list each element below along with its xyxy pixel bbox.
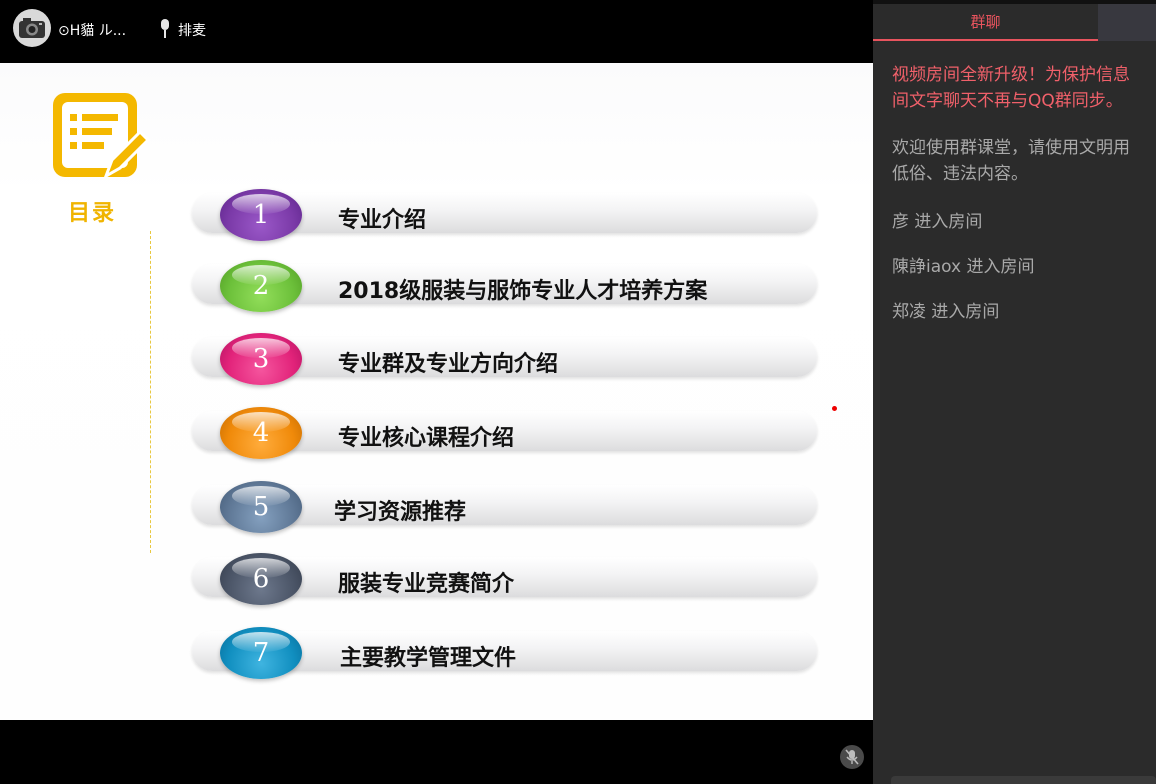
chat-message-join: 彦 进入房间 [892, 209, 1156, 235]
chat-message-line: 低俗、违法内容。 [892, 164, 1028, 184]
chat-input-edge[interactable] [891, 776, 1156, 784]
app-window: ⊙H貓 ル... 排麦 目录 1 专业介绍 2 2018级服装与服饰专业人才培养… [0, 0, 1156, 784]
avatar[interactable] [13, 9, 51, 47]
toc-item-number-badge: 1 [220, 189, 302, 241]
toc-item-1: 1 专业介绍 [192, 189, 817, 241]
username: ⊙H貓 ル... [58, 23, 127, 39]
laser-pointer [832, 406, 837, 411]
chat-message-welcome: 欢迎使用群课堂，请使用文明用 低俗、违法内容。 [892, 135, 1156, 187]
toc-item-number-badge: 3 [220, 333, 302, 385]
video-top-bar: ⊙H貓 ル... 排麦 [0, 0, 873, 63]
queue-button[interactable]: 排麦 [178, 20, 206, 40]
chat-message-line: 郑凌 进入房间 [892, 302, 1000, 322]
toc-title: 目录 [68, 201, 117, 226]
chat-panel: 群聊 视频房间全新升级！为保护信息 间文字聊天不再与QQ群同步。 欢迎使用群课堂… [873, 0, 1156, 784]
microphone-icon[interactable] [158, 18, 172, 40]
mute-button[interactable] [840, 745, 864, 769]
toc-item-number-badge: 5 [220, 481, 302, 533]
chat-message-line: 陳諍iaox 进入房间 [892, 257, 1035, 277]
tab-group-chat[interactable]: 群聊 [873, 4, 1098, 41]
chat-message-join: 陳諍iaox 进入房间 [892, 254, 1156, 280]
toc-item-number-badge: 6 [220, 553, 302, 605]
toc-item-label: 2018级服装与服饰专业人才培养方案 [338, 279, 708, 304]
document-edit-icon [53, 93, 150, 180]
chat-message-line: 彦 进入房间 [892, 212, 983, 232]
toc-item-5: 5 学习资源推荐 [192, 481, 817, 533]
toc-item-label: 专业群及专业方向介绍 [338, 352, 559, 377]
toc-item-number-badge: 4 [220, 407, 302, 459]
chat-message-line: 间文字聊天不再与QQ群同步。 [892, 91, 1123, 111]
toc-item-number-badge: 7 [220, 627, 302, 679]
toc-item-4: 4 专业核心课程介绍 [192, 407, 817, 459]
toc-item-3: 3 专业群及专业方向介绍 [192, 333, 817, 385]
chat-message-notice: 视频房间全新升级！为保护信息 间文字聊天不再与QQ群同步。 [892, 62, 1156, 114]
toc-item-label: 学习资源推荐 [334, 500, 467, 525]
chat-message-line: 视频房间全新升级！为保护信息 [892, 65, 1130, 85]
camera-icon [19, 18, 45, 38]
tab-other[interactable] [1098, 4, 1156, 41]
toc-item-label: 专业核心课程介绍 [338, 426, 515, 451]
decorative-divider [150, 231, 151, 553]
chat-message-join: 郑凌 进入房间 [892, 299, 1156, 325]
presentation-slide: 目录 1 专业介绍 2 2018级服装与服饰专业人才培养方案 3 专业群及专业方… [0, 63, 873, 720]
toc-item-label: 主要教学管理文件 [340, 646, 517, 671]
microphone-muted-icon [845, 749, 859, 765]
toc-item-2: 2 2018级服装与服饰专业人才培养方案 [192, 260, 817, 312]
chat-message-line: 欢迎使用群课堂，请使用文明用 [892, 138, 1130, 158]
toc-item-label: 专业介绍 [338, 208, 427, 233]
video-bottom-bar [0, 720, 873, 784]
toc-item-6: 6 服装专业竞赛简介 [192, 553, 817, 605]
toc-item-label: 服装专业竞赛简介 [338, 572, 515, 597]
toc-item-7: 7 主要教学管理文件 [192, 627, 817, 679]
toc-item-number-badge: 2 [220, 260, 302, 312]
